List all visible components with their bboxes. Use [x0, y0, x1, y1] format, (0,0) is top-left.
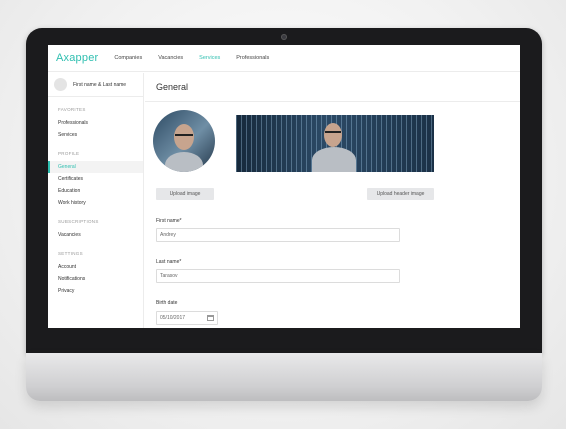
sidebar-item-account[interactable]: Account — [48, 261, 143, 273]
header-photo — [236, 115, 434, 172]
section-label-subscriptions: SUBSCRIPTIONS — [58, 219, 99, 224]
profile-photo — [153, 110, 215, 172]
sidebar-item-professionals[interactable]: Professionals — [48, 117, 143, 129]
section-label-profile: PROFILE — [58, 151, 80, 156]
nav-professionals[interactable]: Professionals — [236, 55, 269, 61]
user-name: First name & Last name — [73, 81, 127, 88]
camera-icon — [281, 34, 287, 40]
app-logo[interactable]: Axapper — [56, 52, 98, 64]
birth-date-field[interactable]: 05/10/2017 — [156, 311, 218, 325]
user-profile-row[interactable]: First name & Last name — [48, 73, 143, 97]
nav-services[interactable]: Services — [199, 55, 220, 61]
nav-vacancies[interactable]: Vacancies — [158, 55, 183, 61]
monitor-chin — [26, 353, 542, 401]
birth-date-label: Birth date — [156, 300, 178, 306]
app-screen: Axapper Companies Vacancies Services Pro… — [48, 45, 520, 328]
sidebar-item-privacy[interactable]: Privacy — [48, 285, 143, 297]
sidebar-item-work-history[interactable]: Work history — [48, 197, 143, 209]
birth-date-value: 05/10/2017 — [160, 315, 186, 321]
sidebar-item-general[interactable]: General — [48, 161, 143, 173]
page-title: General — [156, 82, 189, 92]
upload-image-button[interactable]: Upload image — [156, 188, 214, 200]
calendar-icon[interactable] — [207, 315, 214, 321]
sidebar: First name & Last name FAVORITES Profess… — [48, 73, 144, 328]
upload-header-image-button[interactable]: Upload header image — [367, 188, 434, 200]
first-name-label: First name* — [156, 218, 182, 224]
divider — [145, 101, 520, 102]
sidebar-item-notifications[interactable]: Notifications — [48, 273, 143, 285]
first-name-field[interactable]: Andrey — [156, 228, 400, 242]
top-navigation: Axapper Companies Vacancies Services Pro… — [48, 45, 520, 72]
sidebar-item-education[interactable]: Education — [48, 185, 143, 197]
nav-companies[interactable]: Companies — [114, 55, 142, 61]
main-content: General Upload image Upload header image… — [145, 73, 520, 328]
last-name-label: Last name* — [156, 259, 182, 265]
section-label-settings: SETTINGS — [58, 251, 83, 256]
sidebar-item-vacancies[interactable]: Vacancies — [48, 229, 143, 241]
sidebar-item-services[interactable]: Services — [48, 129, 143, 141]
sidebar-item-certificates[interactable]: Certificates — [48, 173, 143, 185]
last-name-field[interactable]: Tarasov — [156, 269, 400, 283]
avatar — [54, 78, 67, 91]
section-label-favorites: FAVORITES — [58, 107, 86, 112]
